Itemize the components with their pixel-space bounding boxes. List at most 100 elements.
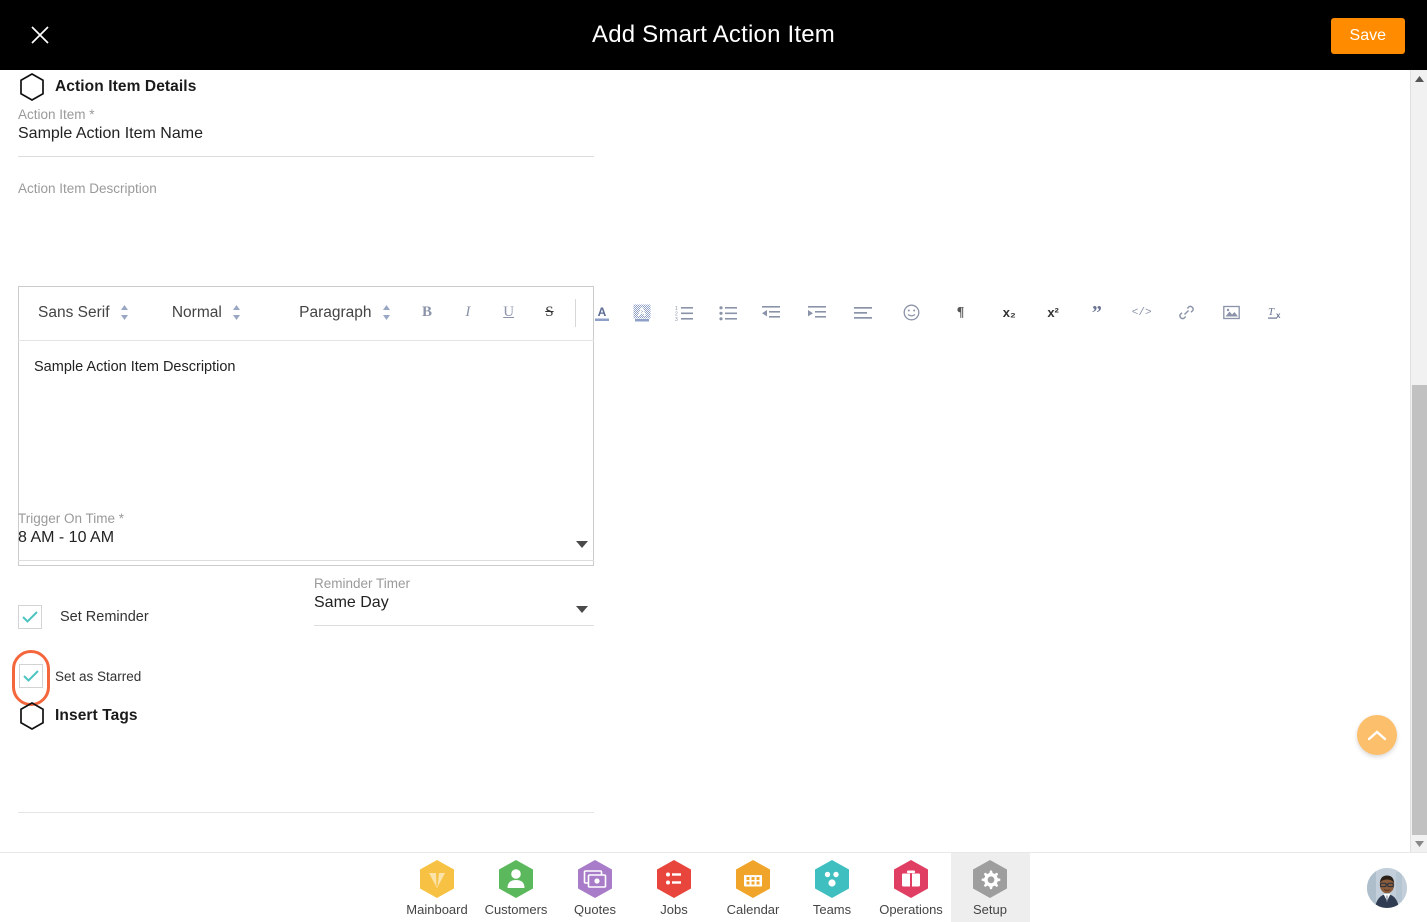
align-glyph	[853, 306, 872, 319]
mainboard-icon	[420, 859, 454, 898]
link-glyph	[1179, 305, 1194, 320]
chevron-updown-icon	[232, 305, 240, 320]
form-scroll-area: Action Item Details Action Item * Sample…	[0, 70, 1410, 852]
trigger-on-time-value[interactable]: 8 AM - 10 AM	[18, 527, 594, 561]
nav-label: Setup	[973, 901, 1007, 917]
avatar-image	[1367, 868, 1407, 908]
nav-label: Quotes	[574, 901, 616, 917]
nav-label: Mainboard	[406, 901, 468, 917]
link-icon[interactable]	[1175, 300, 1199, 326]
blockquote-icon[interactable]: ”	[1085, 300, 1109, 326]
clear-format-glyph: T x	[1268, 306, 1281, 320]
hexagon-icon	[20, 73, 44, 101]
nav-label: Jobs	[660, 901, 688, 917]
ordered-list-glyph: 1 2 3	[675, 306, 693, 321]
chevron-up-icon	[1367, 729, 1387, 740]
bottom-divider	[18, 812, 594, 813]
chevron-down-icon[interactable]	[576, 606, 588, 613]
scroll-to-top-button[interactable]	[1357, 715, 1397, 755]
background-color-icon[interactable]: A	[630, 300, 654, 326]
customers-icon	[499, 859, 533, 898]
trigger-on-time-label: Trigger On Time *	[18, 511, 125, 526]
nav-item-quotes[interactable]: Quotes	[556, 853, 635, 922]
action-item-input[interactable]: Sample Action Item Name	[18, 123, 594, 157]
reminder-timer-value[interactable]: Same Day	[314, 592, 594, 626]
outdent-icon[interactable]	[759, 300, 783, 326]
clear-format-icon[interactable]: T x	[1264, 300, 1288, 326]
bullet-list-icon[interactable]	[716, 300, 740, 326]
toolbar-divider	[575, 298, 577, 327]
nav-item-operations[interactable]: Operations	[872, 853, 951, 922]
set-as-starred-row[interactable]: Set as Starred	[19, 664, 141, 688]
jobs-icon	[657, 859, 691, 898]
nav-item-list: Mainboard Customers Quotes Jobs Calendar…	[398, 852, 1030, 922]
nav-label: Teams	[812, 901, 852, 917]
page-title: Add Smart Action Item	[592, 21, 835, 48]
code-block-icon[interactable]: </>	[1130, 300, 1154, 326]
action-item-field[interactable]: Action Item * Sample Action Item Name	[18, 106, 594, 157]
italic-icon[interactable]: I	[456, 300, 480, 326]
scrollbar-down-button[interactable]	[1411, 835, 1427, 852]
underline-icon[interactable]: U	[497, 300, 521, 326]
reminder-timer-label: Reminder Timer	[314, 576, 411, 591]
svg-text:A: A	[638, 305, 647, 319]
scrollbar-thumb[interactable]	[1412, 385, 1427, 835]
bold-icon[interactable]: B	[415, 300, 439, 326]
nav-item-calendar[interactable]: Calendar	[714, 853, 793, 922]
nav-item-mainboard[interactable]: Mainboard	[398, 853, 477, 922]
svg-text:3: 3	[675, 317, 678, 321]
chevron-down-icon[interactable]	[576, 541, 588, 548]
subscript-icon[interactable]: x₂	[997, 300, 1021, 326]
image-glyph	[1222, 305, 1240, 320]
set-reminder-label: Set Reminder	[60, 609, 149, 625]
app-root: Add Smart Action Item Save Action Item D…	[0, 0, 1427, 922]
section-action-item-details: Action Item Details	[18, 72, 196, 102]
block-format-select[interactable]: Paragraph	[299, 304, 407, 322]
bullet-list-glyph	[718, 305, 737, 320]
block-format-value: Paragraph	[299, 303, 372, 321]
text-direction-icon[interactable]: ¶	[949, 300, 973, 326]
chevron-updown-icon	[382, 305, 390, 320]
user-avatar[interactable]	[1367, 868, 1407, 908]
nav-label: Customers	[484, 901, 548, 917]
vertical-scrollbar[interactable]	[1410, 70, 1427, 852]
font-family-value: Sans Serif	[38, 303, 110, 321]
hexagon-icon	[20, 702, 44, 730]
font-family-select[interactable]: Sans Serif	[38, 304, 148, 322]
operations-icon	[894, 859, 928, 898]
description-label: Action Item Description	[18, 181, 157, 196]
svg-text:T: T	[1268, 306, 1275, 318]
set-as-starred-checkbox[interactable]	[19, 664, 43, 688]
reminder-timer-field[interactable]: Reminder Timer Same Day	[314, 575, 594, 626]
nav-item-customers[interactable]: Customers	[477, 853, 556, 922]
triangle-down-icon	[1415, 840, 1424, 847]
bottom-navigation: Mainboard Customers Quotes Jobs Calendar…	[0, 852, 1427, 922]
strikethrough-icon[interactable]: S	[538, 300, 562, 326]
indent-icon[interactable]	[805, 300, 829, 326]
section-title: Insert Tags	[55, 707, 138, 724]
check-icon	[23, 670, 39, 682]
emoji-glyph	[903, 304, 920, 321]
trigger-on-time-field[interactable]: Trigger On Time * 8 AM - 10 AM	[18, 510, 594, 561]
dialog-header: Add Smart Action Item Save	[0, 0, 1427, 70]
section-insert-tags: Insert Tags	[18, 701, 138, 731]
section-title: Action Item Details	[55, 78, 197, 95]
align-icon[interactable]	[851, 300, 875, 326]
set-reminder-row[interactable]: Set Reminder	[18, 605, 149, 629]
action-item-label: Action Item *	[18, 107, 95, 122]
indent-glyph	[808, 305, 827, 318]
font-size-select[interactable]: Normal	[172, 304, 277, 322]
nav-item-jobs[interactable]: Jobs	[635, 853, 714, 922]
ordered-list-icon[interactable]: 1 2 3	[672, 300, 696, 326]
emoji-icon[interactable]	[900, 300, 924, 326]
check-icon	[22, 611, 38, 623]
nav-item-teams[interactable]: Teams	[793, 853, 872, 922]
nav-item-setup[interactable]: Setup	[950, 852, 1030, 922]
superscript-icon[interactable]: x²	[1041, 300, 1065, 326]
image-icon[interactable]	[1219, 300, 1243, 326]
text-color-icon[interactable]: A	[590, 300, 614, 326]
set-reminder-checkbox[interactable]	[18, 605, 42, 629]
set-as-starred-label: Set as Starred	[55, 668, 142, 684]
save-button[interactable]: Save	[1330, 18, 1405, 54]
scrollbar-up-button[interactable]	[1411, 70, 1427, 87]
